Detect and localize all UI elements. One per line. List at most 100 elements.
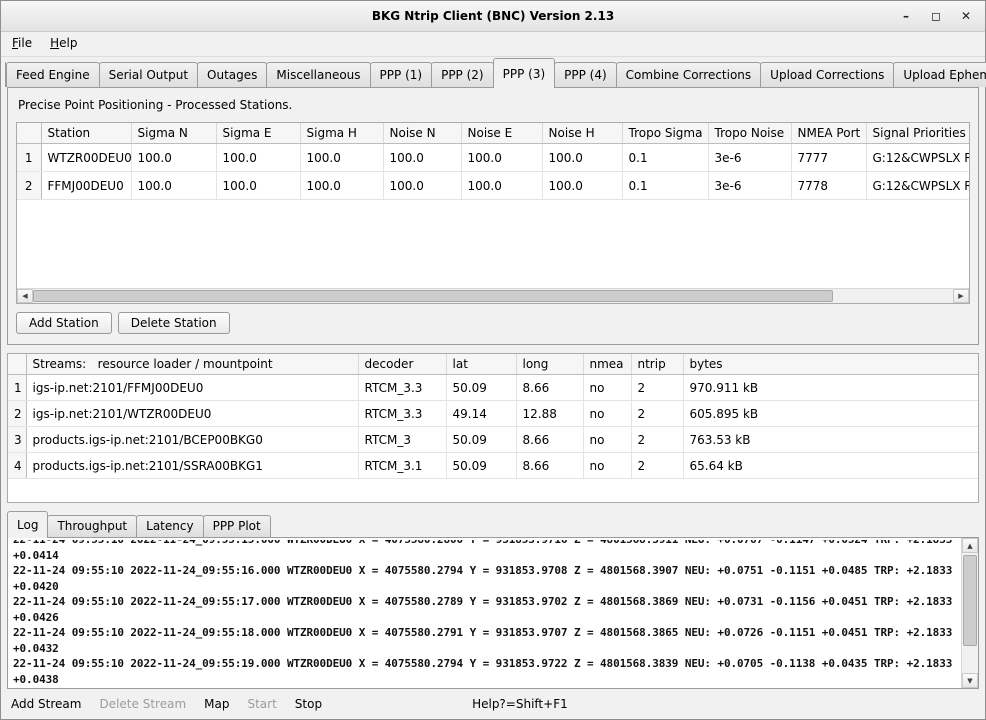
- stream-cell-long[interactable]: 8.66: [516, 375, 583, 401]
- station-cell-sigma-e[interactable]: 100.0: [216, 172, 300, 200]
- scroll-left-icon[interactable]: ◀: [17, 289, 33, 303]
- stream-cell-nmea[interactable]: no: [583, 401, 631, 427]
- station-column-header-sigma-e[interactable]: Sigma E: [216, 123, 300, 144]
- stream-cell-lat[interactable]: 50.09: [446, 375, 516, 401]
- station-column-header-sigma-n[interactable]: Sigma N: [131, 123, 216, 144]
- scroll-right-icon[interactable]: ▶: [953, 289, 969, 303]
- stream-cell-streams-resource-loader-mountpoint[interactable]: products.igs-ip.net:2101/BCEP00BKG0: [26, 427, 358, 453]
- tab-combine-corrections[interactable]: Combine Corrections: [616, 62, 762, 87]
- tab-latency[interactable]: Latency: [136, 515, 203, 537]
- scroll-up-icon[interactable]: ▲: [962, 538, 978, 553]
- vscroll-thumb[interactable]: [963, 555, 977, 646]
- close-icon[interactable]: ✕: [959, 9, 973, 23]
- stream-cell-ntrip[interactable]: 2: [631, 375, 683, 401]
- station-cell-noise-n[interactable]: 100.0: [383, 172, 461, 200]
- log-vscrollbar[interactable]: ▲ ▼: [961, 538, 978, 688]
- stream-column-header-long[interactable]: long: [516, 354, 583, 375]
- station-column-header-noise-h[interactable]: Noise H: [542, 123, 622, 144]
- station-cell-station[interactable]: FFMJ00DEU0: [41, 172, 131, 200]
- titlebar[interactable]: BKG Ntrip Client (BNC) Version 2.13 – ◻ …: [1, 1, 985, 32]
- stream-cell-lat[interactable]: 49.14: [446, 401, 516, 427]
- tab-outages[interactable]: Outages: [197, 62, 267, 87]
- stop-button[interactable]: Stop: [295, 697, 322, 711]
- map-button[interactable]: Map: [204, 697, 229, 711]
- station-cell-noise-h[interactable]: 100.0: [542, 144, 622, 172]
- tab-ppp-plot[interactable]: PPP Plot: [203, 515, 271, 537]
- station-cell-tropo-sigma[interactable]: 0.1: [622, 144, 708, 172]
- station-cell-sigma-e[interactable]: 100.0: [216, 144, 300, 172]
- tab-upload-ephemeris[interactable]: Upload Ephemeris: [893, 62, 986, 87]
- stream-cell-decoder[interactable]: RTCM_3.3: [358, 375, 446, 401]
- station-cell-tropo-noise[interactable]: 3e-6: [708, 144, 791, 172]
- tab-ppp-2[interactable]: PPP (2): [431, 62, 494, 87]
- station-cell-sigma-h[interactable]: 100.0: [300, 172, 383, 200]
- stream-column-header-decoder[interactable]: decoder: [358, 354, 446, 375]
- tab-log[interactable]: Log: [7, 511, 48, 538]
- stream-cell-bytes[interactable]: 763.53 kB: [683, 427, 978, 453]
- stream-column-header-nmea[interactable]: nmea: [583, 354, 631, 375]
- station-cell-sigma-h[interactable]: 100.0: [300, 144, 383, 172]
- station-column-header-station[interactable]: Station: [41, 123, 131, 144]
- station-column-header-nmea-port[interactable]: NMEA Port: [791, 123, 866, 144]
- add-stream-button[interactable]: Add Stream: [11, 697, 81, 711]
- stream-cell-bytes[interactable]: 970.911 kB: [683, 375, 978, 401]
- tab-miscellaneous[interactable]: Miscellaneous: [266, 62, 370, 87]
- station-cell-tropo-noise[interactable]: 3e-6: [708, 172, 791, 200]
- stream-column-header-bytes[interactable]: bytes: [683, 354, 978, 375]
- stream-cell-long[interactable]: 12.88: [516, 401, 583, 427]
- minimize-icon[interactable]: –: [899, 9, 913, 23]
- stream-cell-long[interactable]: 8.66: [516, 453, 583, 479]
- station-column-header-tropo-noise[interactable]: Tropo Noise: [708, 123, 791, 144]
- tab-throughput[interactable]: Throughput: [47, 515, 137, 537]
- maximize-icon[interactable]: ◻: [929, 9, 943, 23]
- stream-cell-bytes[interactable]: 605.895 kB: [683, 401, 978, 427]
- tab-feed-engine[interactable]: Feed Engine: [6, 62, 100, 87]
- scroll-down-icon[interactable]: ▼: [962, 673, 978, 688]
- delete-station-button[interactable]: Delete Station: [118, 312, 230, 334]
- menu-help[interactable]: Help: [41, 32, 86, 56]
- station-cell-signal-priorities[interactable]: G:12&CWPSLX R:1: [866, 172, 969, 200]
- station-cell-tropo-sigma[interactable]: 0.1: [622, 172, 708, 200]
- tab-ppp-1[interactable]: PPP (1): [370, 62, 433, 87]
- add-station-button[interactable]: Add Station: [16, 312, 112, 334]
- station-column-header-noise-n[interactable]: Noise N: [383, 123, 461, 144]
- station-cell-noise-h[interactable]: 100.0: [542, 172, 622, 200]
- log-output[interactable]: 22-11-24 09:55:10 2022-11-24_09:55:15.00…: [13, 540, 960, 686]
- menu-file[interactable]: File: [3, 32, 41, 56]
- station-cell-noise-e[interactable]: 100.0: [461, 144, 542, 172]
- stream-column-header-lat[interactable]: lat: [446, 354, 516, 375]
- stream-column-header-streams-resource-loader-mountpoint[interactable]: Streams: resource loader / mountpoint: [26, 354, 358, 375]
- stream-cell-ntrip[interactable]: 2: [631, 427, 683, 453]
- station-cell-nmea-port[interactable]: 7777: [791, 144, 866, 172]
- hscroll-track[interactable]: [33, 289, 953, 303]
- station-cell-noise-e[interactable]: 100.0: [461, 172, 542, 200]
- station-cell-sigma-n[interactable]: 100.0: [131, 144, 216, 172]
- stream-cell-bytes[interactable]: 65.64 kB: [683, 453, 978, 479]
- vscroll-track[interactable]: [962, 553, 978, 673]
- tab-upload-corrections[interactable]: Upload Corrections: [760, 62, 894, 87]
- tab-serial-output[interactable]: Serial Output: [99, 62, 198, 87]
- station-column-header-tropo-sigma[interactable]: Tropo Sigma: [622, 123, 708, 144]
- station-cell-nmea-port[interactable]: 7778: [791, 172, 866, 200]
- stream-cell-ntrip[interactable]: 2: [631, 453, 683, 479]
- station-column-header-sigma-h[interactable]: Sigma H: [300, 123, 383, 144]
- stream-cell-nmea[interactable]: no: [583, 375, 631, 401]
- stream-cell-streams-resource-loader-mountpoint[interactable]: igs-ip.net:2101/FFMJ00DEU0: [26, 375, 358, 401]
- stream-cell-streams-resource-loader-mountpoint[interactable]: igs-ip.net:2101/WTZR00DEU0: [26, 401, 358, 427]
- stream-cell-decoder[interactable]: RTCM_3: [358, 427, 446, 453]
- stream-cell-nmea[interactable]: no: [583, 453, 631, 479]
- station-cell-station[interactable]: WTZR00DEU0: [41, 144, 131, 172]
- stations-hscrollbar[interactable]: ◀ ▶: [17, 288, 969, 303]
- tab-ppp-3[interactable]: PPP (3): [493, 58, 556, 88]
- stream-cell-long[interactable]: 8.66: [516, 427, 583, 453]
- stream-cell-lat[interactable]: 50.09: [446, 453, 516, 479]
- stream-cell-lat[interactable]: 50.09: [446, 427, 516, 453]
- station-column-header-signal-priorities[interactable]: Signal Priorities: [866, 123, 969, 144]
- station-cell-sigma-n[interactable]: 100.0: [131, 172, 216, 200]
- stream-cell-decoder[interactable]: RTCM_3.3: [358, 401, 446, 427]
- station-cell-noise-n[interactable]: 100.0: [383, 144, 461, 172]
- hscroll-thumb[interactable]: [33, 290, 833, 302]
- station-cell-signal-priorities[interactable]: G:12&CWPSLX R:1: [866, 144, 969, 172]
- stream-cell-ntrip[interactable]: 2: [631, 401, 683, 427]
- tab-ppp-4[interactable]: PPP (4): [554, 62, 617, 87]
